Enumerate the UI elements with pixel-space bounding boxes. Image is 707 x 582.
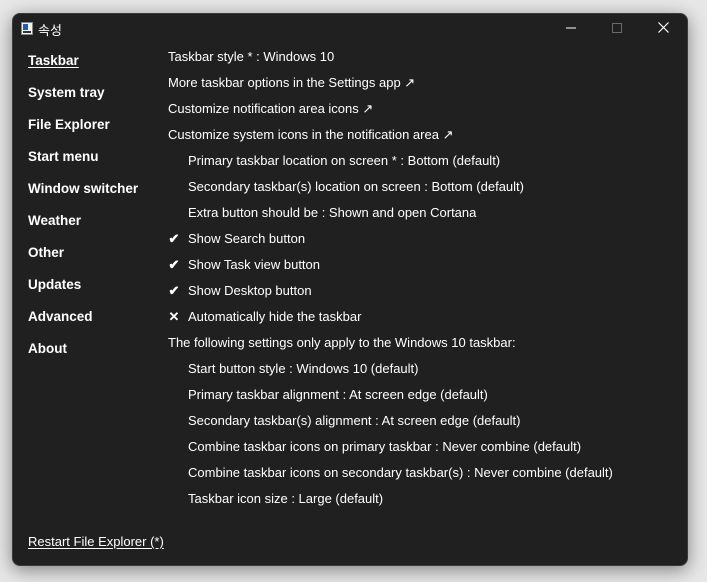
close-button[interactable] [640,14,686,44]
primary-taskbar-alignment-setting[interactable]: Primary taskbar alignment : At screen ed… [168,382,683,408]
secondary-taskbar-location-setting[interactable]: Secondary taskbar(s) location on screen … [168,174,683,200]
taskbar-style-setting[interactable]: Taskbar style * : Windows 10 [168,44,683,70]
show-search-button-toggle[interactable]: ✔ Show Search button [168,226,683,252]
sidebar-item-advanced[interactable]: Advanced [28,306,168,338]
system-icons-link[interactable]: Customize system icons in the notificati… [168,122,683,148]
sidebar-item-weather[interactable]: Weather [28,210,168,242]
sidebar-item-updates[interactable]: Updates [28,274,168,306]
maximize-icon [612,20,622,38]
maximize-button[interactable] [594,14,640,44]
show-desktop-button-toggle[interactable]: ✔ Show Desktop button [168,278,683,304]
combine-primary-icons-setting[interactable]: Combine taskbar icons on primary taskbar… [168,434,683,460]
sidebar-item-start-menu[interactable]: Start menu [28,146,168,178]
show-task-view-button-toggle[interactable]: ✔ Show Task view button [168,252,683,278]
minimize-button[interactable] [548,14,594,44]
app-icon [21,22,33,35]
window-title: 속성 [38,23,62,38]
sidebar-item-system-tray[interactable]: System tray [28,82,168,114]
sidebar: Taskbar System tray File Explorer Start … [28,50,168,370]
checkmark-icon: ✔ [168,257,180,272]
properties-window: 속성 Taskbar System tray File Explorer Sta… [12,13,688,566]
taskbar-icon-size-setting[interactable]: Taskbar icon size : Large (default) [168,486,683,512]
sidebar-item-window-switcher[interactable]: Window switcher [28,178,168,210]
title-bar[interactable]: 속성 [13,14,687,44]
checkmark-icon: ✔ [168,283,180,298]
toggle-label: Show Search button [188,231,306,246]
cross-icon: ✕ [168,309,180,324]
extra-button-setting[interactable]: Extra button should be : Shown and open … [168,200,683,226]
sidebar-item-about[interactable]: About [28,338,168,370]
start-button-style-setting[interactable]: Start button style : Windows 10 (default… [168,356,683,382]
toggle-label: Show Task view button [188,257,320,272]
settings-app-link[interactable]: More taskbar options in the Settings app… [168,70,683,96]
sidebar-item-file-explorer[interactable]: File Explorer [28,114,168,146]
restart-file-explorer-link[interactable]: Restart File Explorer (*) [28,534,164,549]
notification-area-icons-link[interactable]: Customize notification area icons ↗ [168,96,683,122]
auto-hide-taskbar-toggle[interactable]: ✕ Automatically hide the taskbar [168,304,683,330]
secondary-taskbar-alignment-setting[interactable]: Secondary taskbar(s) alignment : At scre… [168,408,683,434]
settings-list: Taskbar style * : Windows 10 More taskba… [168,44,683,512]
windows10-section-note: The following settings only apply to the… [168,335,516,350]
combine-secondary-icons-setting[interactable]: Combine taskbar icons on secondary taskb… [168,460,683,486]
toggle-label: Show Desktop button [188,283,312,298]
minimize-icon [566,20,576,38]
sidebar-item-taskbar[interactable]: Taskbar [28,50,168,82]
checkmark-icon: ✔ [168,231,180,246]
toggle-label: Automatically hide the taskbar [188,309,362,324]
close-icon [657,20,669,38]
primary-taskbar-location-setting[interactable]: Primary taskbar location on screen * : B… [168,148,683,174]
sidebar-item-other[interactable]: Other [28,242,168,274]
